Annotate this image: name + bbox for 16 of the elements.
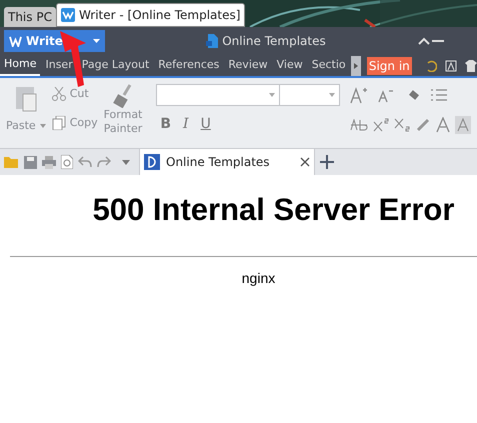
server-name: nginx xyxy=(242,268,276,288)
menu-tab[interactable]: Review xyxy=(224,55,272,76)
format-button[interactable]: I xyxy=(183,114,189,135)
browser-tab[interactable]: This PC xyxy=(4,7,56,27)
format-button[interactable]: B xyxy=(160,114,172,135)
menu-tab[interactable]: Sectio xyxy=(308,55,350,76)
menu-tab[interactable]: View xyxy=(272,55,307,76)
error-heading: 500 Internal Server Error xyxy=(92,191,454,229)
browser-tab[interactable]: Writer - [Online Templates] xyxy=(56,3,246,27)
document-tab[interactable]: Online Templates xyxy=(139,149,315,175)
menu-tab[interactable]: Inser xyxy=(41,55,77,76)
window-title: Online Templates xyxy=(222,33,326,50)
menu-tab[interactable]: References xyxy=(154,55,224,76)
format-button[interactable]: U xyxy=(200,114,211,135)
menu-tab[interactable]: Home xyxy=(0,55,40,76)
menu-tab[interactable]: Page Layout xyxy=(78,55,154,76)
